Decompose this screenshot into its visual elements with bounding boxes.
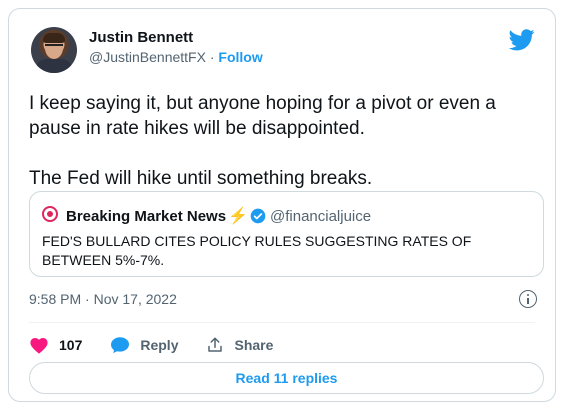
tweet-line: pause in rate hikes will be disappointed…	[29, 118, 365, 139]
author-handle[interactable]: @JustinBennettFX	[89, 49, 206, 65]
quoted-tweet[interactable]: Breaking Market News ⚡ @financialjuice FED…	[29, 191, 544, 277]
share-label: Share	[234, 337, 274, 353]
share-button[interactable]: Share	[206, 336, 273, 354]
timestamp[interactable]: 9:58 PM · Nov 17, 2022	[29, 291, 177, 307]
quoted-text: FED'S BULLARD CITES POLICY RULES SUGGEST…	[42, 233, 472, 268]
verified-badge-icon	[250, 208, 266, 224]
heart-icon	[30, 337, 48, 354]
author-avatar[interactable]	[31, 27, 77, 73]
reply-bubble-icon	[111, 337, 130, 354]
tweet-line: I keep saying it, but anyone hoping for …	[29, 93, 496, 114]
author-handle-row: @JustinBennettFX · Follow	[89, 49, 263, 65]
twitter-bird-icon[interactable]	[509, 29, 535, 51]
lightning-icon: ⚡	[228, 208, 248, 225]
quoted-header: Breaking Market News ⚡ @financialjuice	[66, 206, 371, 226]
quoted-author-name: Breaking Market News	[66, 208, 227, 225]
divider	[29, 322, 535, 323]
tweet-text: I keep saying it, but anyone hoping for …	[29, 91, 544, 191]
separator-dot: ·	[205, 49, 219, 65]
read-replies-button[interactable]: Read 11 replies	[29, 362, 544, 394]
quoted-handle: @financialjuice	[270, 208, 372, 225]
like-button[interactable]: 107	[29, 336, 82, 354]
reply-button[interactable]: Reply	[110, 336, 178, 354]
like-count: 107	[59, 337, 83, 353]
quoted-avatar	[42, 206, 58, 222]
tweet-card: Justin Bennett @JustinBennettFX · Follow…	[8, 8, 556, 402]
action-bar: 107 Reply Share	[29, 331, 301, 359]
follow-button[interactable]: Follow	[218, 49, 262, 65]
reply-label: Reply	[140, 337, 179, 353]
author-name[interactable]: Justin Bennett	[89, 29, 193, 46]
info-icon[interactable]	[519, 290, 537, 308]
tweet-line: The Fed will hike until something breaks…	[29, 168, 373, 189]
share-upload-icon	[208, 337, 223, 352]
